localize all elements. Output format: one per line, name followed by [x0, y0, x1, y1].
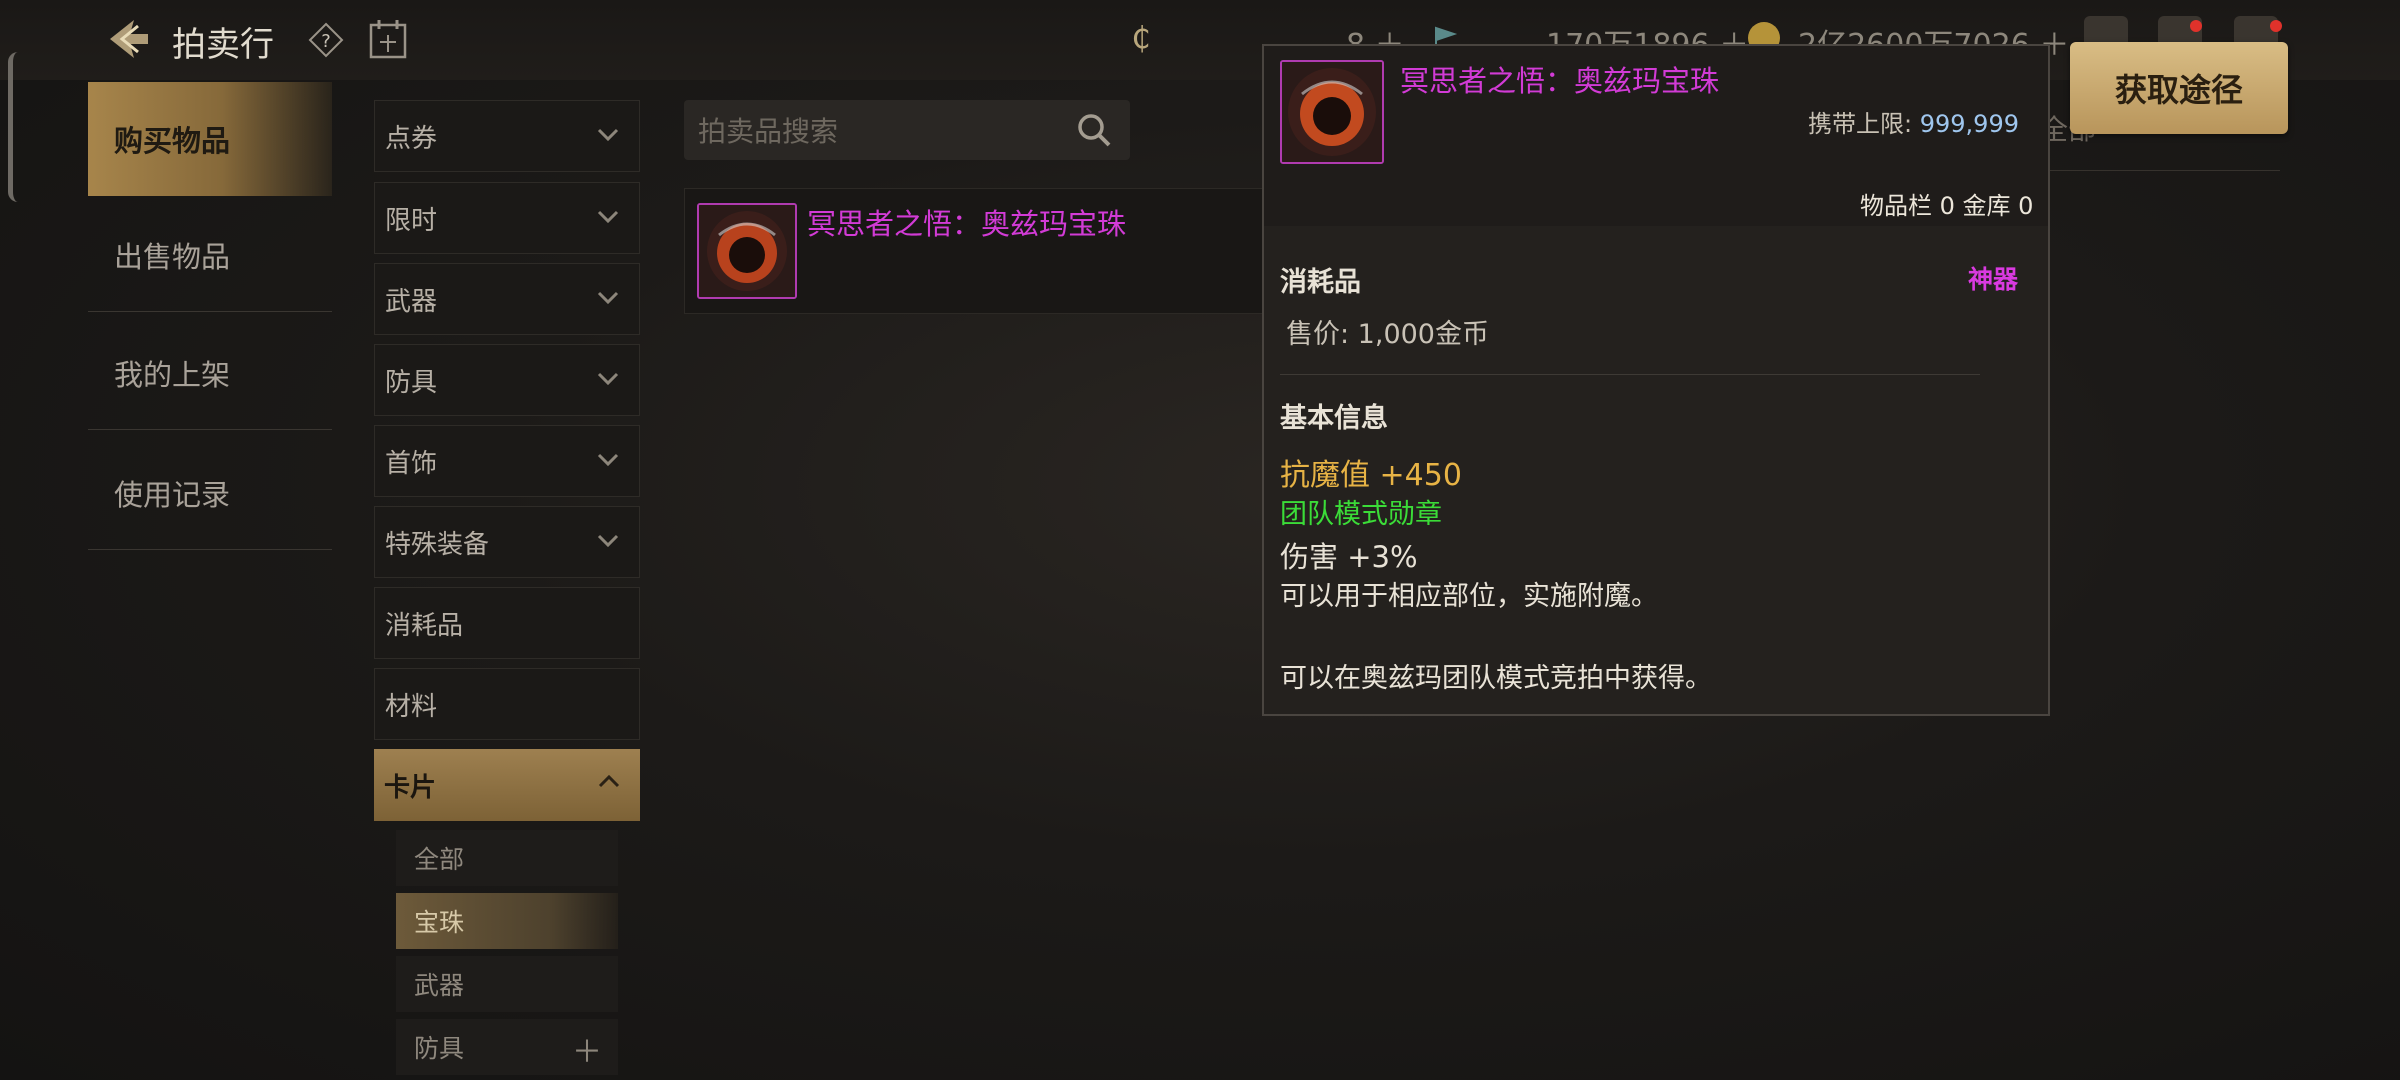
nav-label: 出售物品 — [114, 239, 231, 274]
tooltip-item-name: 冥思者之悟：奥兹玛宝珠 — [1400, 64, 1720, 98]
category-label: 材料 — [385, 691, 438, 722]
back-arrow-icon[interactable] — [104, 14, 154, 64]
svg-text:?: ? — [321, 31, 331, 52]
orb-item-icon — [697, 203, 797, 299]
nav-buy-items[interactable]: 购买物品 — [88, 82, 332, 196]
category-item[interactable]: 消耗品 — [374, 587, 640, 659]
subcategory-label: 全部 — [414, 845, 465, 874]
nav-label: 购买物品 — [114, 124, 231, 158]
subcategory-label: 武器 — [414, 971, 465, 1000]
search-input[interactable]: 拍卖品搜索 — [684, 100, 1130, 160]
tooltip-orb-icon — [1280, 60, 1384, 164]
category-item[interactable]: 点券 — [374, 100, 640, 172]
search-icon[interactable] — [1076, 112, 1112, 148]
nav-my-listings[interactable]: 我的上架 — [88, 316, 332, 430]
category-label: 武器 — [385, 286, 438, 317]
subcategory-item[interactable]: 防具 ＋ — [396, 1019, 618, 1075]
category-item[interactable]: 首饰 — [374, 425, 640, 497]
stat-damage: 伤害 +3% — [1280, 540, 1418, 574]
edge-scroll-indicator — [8, 52, 27, 202]
result-item-name: 冥思者之悟：奥兹玛宝珠 — [807, 207, 1127, 241]
stat-team-badge: 团队模式勋章 — [1280, 499, 1442, 530]
carry-limit-value: 999,999 — [1919, 110, 2019, 138]
inventory-count: 物品栏 0 金库 0 — [1860, 192, 2034, 220]
chevron-down-icon — [597, 291, 619, 305]
help-icon[interactable]: ? — [308, 22, 344, 58]
item-rarity: 神器 — [1968, 265, 2019, 294]
subcategory-label: 宝珠 — [414, 908, 465, 937]
chevron-down-icon — [597, 210, 619, 224]
description-usage: 可以用于相应部位，实施附魔。 — [1280, 581, 1658, 612]
category-item[interactable]: 特殊装备 — [374, 506, 640, 578]
category-label: 限时 — [385, 205, 438, 236]
calendar-icon[interactable] — [368, 18, 408, 60]
expand-plus-icon[interactable]: ＋ — [572, 1027, 602, 1071]
category-label: 首饰 — [385, 448, 438, 479]
item-price: 售价: 1,000金币 — [1286, 319, 1489, 350]
page-title: 拍卖行 — [172, 25, 274, 65]
divider — [2040, 170, 2280, 171]
subcategory-item-active[interactable]: 宝珠 — [396, 893, 618, 949]
category-label: 消耗品 — [385, 610, 464, 641]
currency-c-icon[interactable]: ₵ — [1124, 22, 1158, 56]
acquire-path-label: 获取途径 — [2114, 71, 2243, 109]
category-label: 特殊装备 — [385, 529, 490, 560]
category-item[interactable]: 限时 — [374, 182, 640, 254]
item-tooltip: 冥思者之悟：奥兹玛宝珠 携带上限: 999,999 物品栏 0 金库 0 消耗品… — [1262, 44, 2050, 716]
description-source: 可以在奥兹玛团队模式竞拍中获得。 — [1280, 663, 1712, 694]
subcategory-label: 防具 — [414, 1034, 465, 1063]
category-label: 防具 — [385, 367, 438, 398]
carry-limit: 携带上限: 999,999 — [1808, 104, 2019, 139]
category-label: 卡片 — [384, 772, 437, 803]
stat-magic-resist: 抗魔值 +450 — [1280, 458, 1462, 493]
mail-notification-dot — [2190, 20, 2202, 32]
chevron-down-icon — [597, 372, 619, 386]
section-title: 基本信息 — [1280, 403, 1388, 434]
chevron-up-icon — [598, 774, 620, 788]
category-item[interactable]: 材料 — [374, 668, 640, 740]
item-type: 消耗品 — [1280, 267, 1361, 298]
nav-label: 我的上架 — [114, 357, 231, 392]
category-item[interactable]: 防具 — [374, 344, 640, 416]
result-row[interactable]: 冥思者之悟：奥兹玛宝珠 — [684, 188, 1264, 314]
chevron-down-icon — [597, 534, 619, 548]
carry-limit-label: 携带上限: — [1808, 110, 1913, 138]
chevron-down-icon — [597, 453, 619, 467]
category-label: 点券 — [385, 123, 438, 154]
acquire-path-button[interactable]: 获取途径 — [2070, 42, 2288, 134]
nav-sell-items[interactable]: 出售物品 — [88, 198, 332, 312]
tooltip-divider — [1280, 374, 1980, 375]
nav-label: 使用记录 — [114, 477, 231, 512]
nav-usage-history[interactable]: 使用记录 — [88, 436, 332, 550]
category-item-active[interactable]: 卡片 — [374, 749, 640, 821]
chevron-down-icon — [597, 128, 619, 142]
subcategory-item[interactable]: 武器 — [396, 956, 618, 1012]
category-item[interactable]: 武器 — [374, 263, 640, 335]
menu-notification-dot — [2270, 20, 2282, 32]
subcategory-item[interactable]: 全部 — [396, 830, 618, 886]
